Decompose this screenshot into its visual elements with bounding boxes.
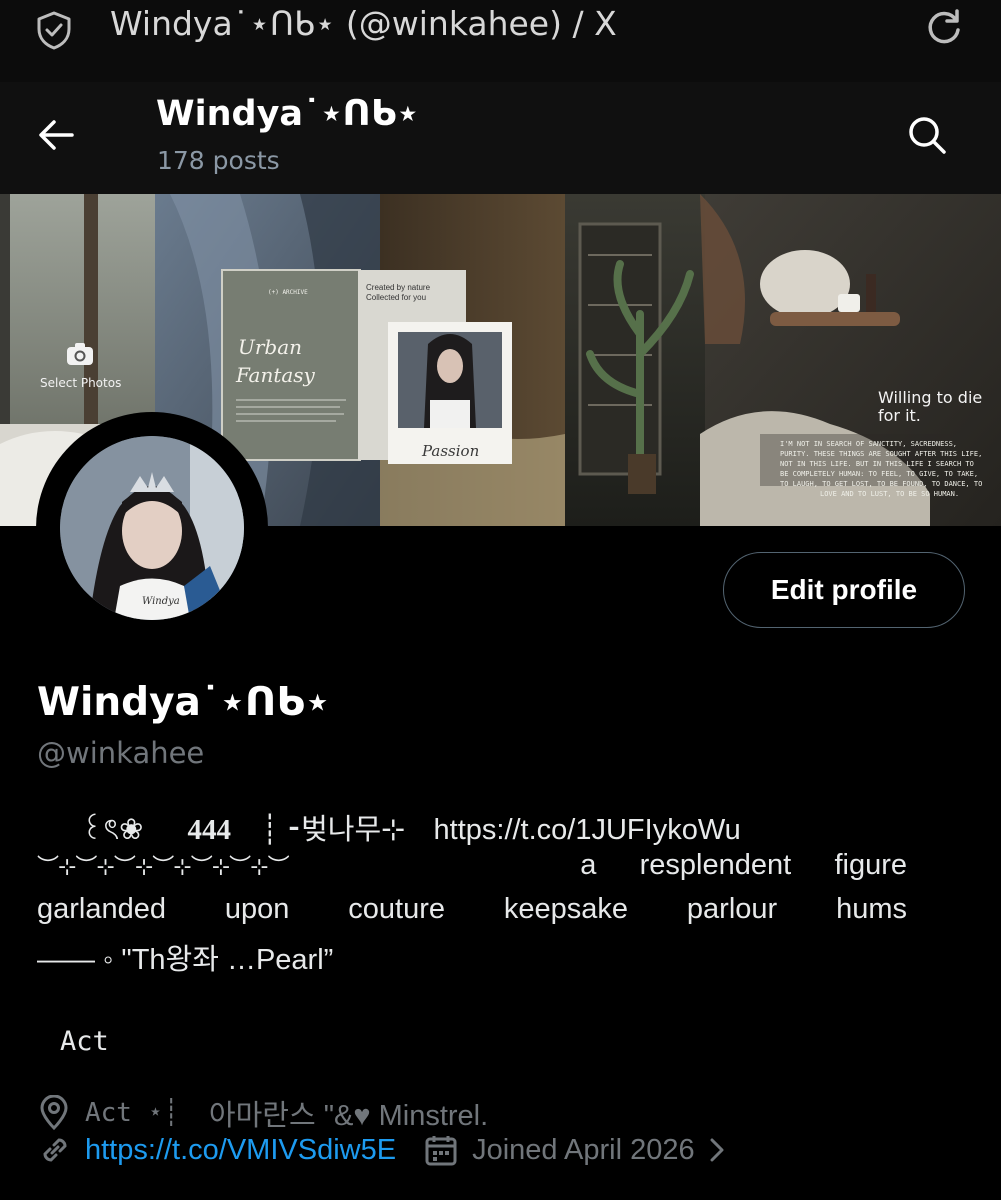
- edit-profile-button[interactable]: Edit profile: [723, 552, 965, 628]
- profile-website-joined: https://t.co/VMIVSdiw5E Joined April 202…: [37, 1132, 729, 1168]
- select-photos-label: Select Photos: [40, 376, 122, 390]
- browser-bar: Windya˙⋆ᑎᑲ⋆ (@winkahee) / X: [0, 0, 1001, 82]
- header-profile-name: Windya˙⋆ᑎᑲ⋆: [156, 94, 419, 134]
- avatar[interactable]: Windya: [60, 436, 244, 620]
- bio-word: keepsake: [503, 893, 629, 925]
- bio-word: garlanded: [37, 893, 166, 925]
- svg-text:Collected for you: Collected for you: [366, 293, 426, 302]
- svg-text:Windya: Windya: [142, 596, 180, 607]
- bio-act-label: Act: [60, 1026, 109, 1057]
- bio-word: couture: [348, 893, 445, 925]
- avatar-portrait-image: Windya: [60, 436, 244, 620]
- location-act-text: Act ⋆┊: [85, 1098, 179, 1128]
- link-icon: [43, 1138, 67, 1162]
- post-count: 178 posts: [157, 146, 280, 175]
- profile-display-name: Windya˙⋆ᑎᑲ⋆: [37, 680, 330, 725]
- bio-link[interactable]: https://t.co/1JUFIykoWu: [434, 814, 741, 846]
- bio-word: resplendent: [639, 849, 792, 881]
- svg-text:I'M NOT IN SEARCH OF SANCTITY,: I'M NOT IN SEARCH OF SANCTITY, SACREDNES…: [780, 440, 957, 448]
- location-text: 아마란스 "&♥ Minstrel.: [208, 1100, 489, 1132]
- joined-date: Joined April 2026: [472, 1133, 695, 1166]
- avatar-frame[interactable]: Windya: [36, 412, 268, 644]
- bio-word: parlour: [686, 893, 778, 925]
- shield-icon[interactable]: [34, 10, 74, 50]
- svg-text:Fantasy: Fantasy: [235, 363, 316, 387]
- back-arrow-icon[interactable]: [34, 112, 80, 158]
- svg-text:Created by nature: Created by nature: [366, 283, 431, 292]
- svg-text:Passion: Passion: [421, 442, 479, 460]
- bio-number: 444: [187, 814, 232, 846]
- svg-text:(+) ARCHIVE: (+) ARCHIVE: [268, 289, 308, 296]
- bio-line-3: garlanded upon couture keepsake parlour …: [37, 893, 907, 926]
- bio-word: upon: [224, 893, 290, 925]
- browser-tab-title[interactable]: Windya˙⋆ᑎᑲ⋆ (@winkahee) / X: [110, 4, 617, 43]
- svg-text:PURITY. THESE THINGS ARE SOUGH: PURITY. THESE THINGS ARE SOUGHT AFTER TH…: [780, 450, 982, 458]
- calendar-icon: [425, 1136, 457, 1166]
- bio-tree-text: ┊ ⁃벚나무⊹: [261, 814, 406, 846]
- bio-word: a: [580, 849, 597, 881]
- bio-word: hums: [836, 893, 907, 925]
- bio-line-2: ︶⊹︶⊹︶⊹︶⊹︶⊹︶⊹︶ a resplendent figure: [37, 849, 907, 882]
- profile-website-link[interactable]: https://t.co/VMIVSdiw5E: [85, 1134, 396, 1167]
- profile-handle: @winkahee: [37, 736, 205, 770]
- chevron-right-icon[interactable]: [705, 1135, 729, 1165]
- search-icon[interactable]: [904, 112, 950, 158]
- profile-location: Act ⋆┊ 아마란스 "&♥ Minstrel.: [37, 1092, 488, 1134]
- svg-text:BE COMPLETELY HUMAN: TO FEEL,: BE COMPLETELY HUMAN: TO FEEL, TO GIVE, T…: [780, 470, 978, 478]
- svg-text:Urban: Urban: [238, 335, 302, 359]
- camera-icon: [67, 343, 93, 365]
- bio-divider-decoration: ︶⊹︶⊹︶⊹︶⊹︶⊹︶⊹︶: [37, 854, 290, 879]
- location-pin-icon: [40, 1095, 68, 1131]
- svg-text:NOT IN THIS LIFE. BUT IN THIS: NOT IN THIS LIFE. BUT IN THIS LIFE I SEA…: [780, 460, 974, 468]
- select-photos-button[interactable]: Select Photos: [40, 342, 122, 391]
- svg-text:LOVE AND TO LUST, TO BE SO HUM: LOVE AND TO LUST, TO BE SO HUMAN.: [820, 490, 959, 498]
- svg-text:TO LAUGH, TO GET LOST, TO BE F: TO LAUGH, TO GET LOST, TO BE FOUND, TO D…: [780, 480, 982, 488]
- bio-word: figure: [834, 849, 907, 881]
- profile-header: Windya˙⋆ᑎᑲ⋆ 178 posts: [0, 82, 1001, 194]
- banner-quote: Willing to die for it.: [878, 388, 983, 425]
- bio-decoration: ꒰ৎ❀: [81, 814, 144, 846]
- bio-line-4: —— ◦ "Th왕좌 …Pearl”: [37, 944, 334, 976]
- reload-icon[interactable]: [922, 6, 966, 50]
